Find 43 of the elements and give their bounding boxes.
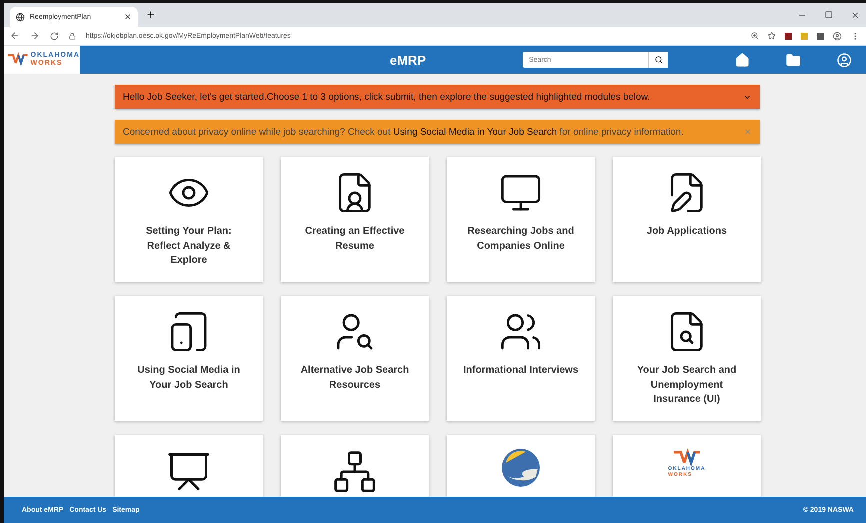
reload-icon[interactable] <box>50 32 59 40</box>
user-icon[interactable] <box>837 52 852 68</box>
module-card[interactable]: Informational Interviews <box>447 296 595 421</box>
zoom-icon[interactable] <box>751 32 759 40</box>
card-title: Informational Interviews <box>462 364 580 378</box>
module-card[interactable]: Using Social Media in Your Job Search <box>115 296 263 421</box>
maximize-icon[interactable] <box>825 10 833 18</box>
module-card[interactable]: Setting Your Plan: Reflect Analyze & Explore <box>115 157 263 282</box>
back-icon[interactable] <box>10 31 20 41</box>
app-title: eMRP <box>390 52 426 68</box>
card-title: Researching Jobs and Companies Online <box>466 225 576 254</box>
search-icon <box>654 56 663 64</box>
module-card[interactable]: Job Applications <box>613 157 761 282</box>
logo-icon <box>674 449 700 468</box>
star-icon[interactable] <box>768 32 776 40</box>
banner-text: Concerned about privacy online while job searching? Check out Using Social Media in Your Job Search for online privacy information. <box>123 126 685 138</box>
extension-icon[interactable] <box>785 32 792 40</box>
module-card[interactable]: Your Job Search and Unemployment Insurance (UI) <box>613 296 761 421</box>
road-logo-icon <box>502 449 540 487</box>
close-icon[interactable] <box>124 13 132 21</box>
profile-icon[interactable] <box>833 32 842 40</box>
logo-icon <box>8 52 28 68</box>
card-title: Setting Your Plan: Reflect Analyze & Explore <box>145 225 233 268</box>
module-card[interactable]: Researching Jobs and Companies Online <box>447 157 595 282</box>
globe-icon <box>16 12 25 22</box>
module-card[interactable]: Alternative Job Search Resources <box>281 296 429 421</box>
banner-text: Hello Job Seeker, let's get started.Choose 1 to 3 options, click submit, then explore the suggested highlighted modules below. <box>123 92 652 102</box>
forward-icon[interactable] <box>30 31 40 41</box>
card-title: Job Applications <box>646 225 728 239</box>
card-title: Creating an Effective Resume <box>304 225 406 254</box>
search-button[interactable] <box>648 52 668 68</box>
folder-icon[interactable] <box>786 52 801 68</box>
module-card[interactable]: Creating an Effective Resume <box>281 157 429 282</box>
social-media-link[interactable]: Using Social Media in Your Job Search <box>393 126 558 138</box>
extension-icon[interactable] <box>817 32 824 40</box>
card-title: Alternative Job Search Resources <box>300 364 410 392</box>
new-tab-icon[interactable] <box>146 10 156 20</box>
card-title: Using Social Media in Your Job Search <box>136 364 242 392</box>
card-icon <box>332 449 378 495</box>
card-title: Your Job Search and Unemployment Insurance (UI) <box>636 364 738 407</box>
home-icon[interactable] <box>735 52 750 68</box>
close-icon[interactable] <box>851 10 860 20</box>
lock-icon <box>69 32 76 40</box>
